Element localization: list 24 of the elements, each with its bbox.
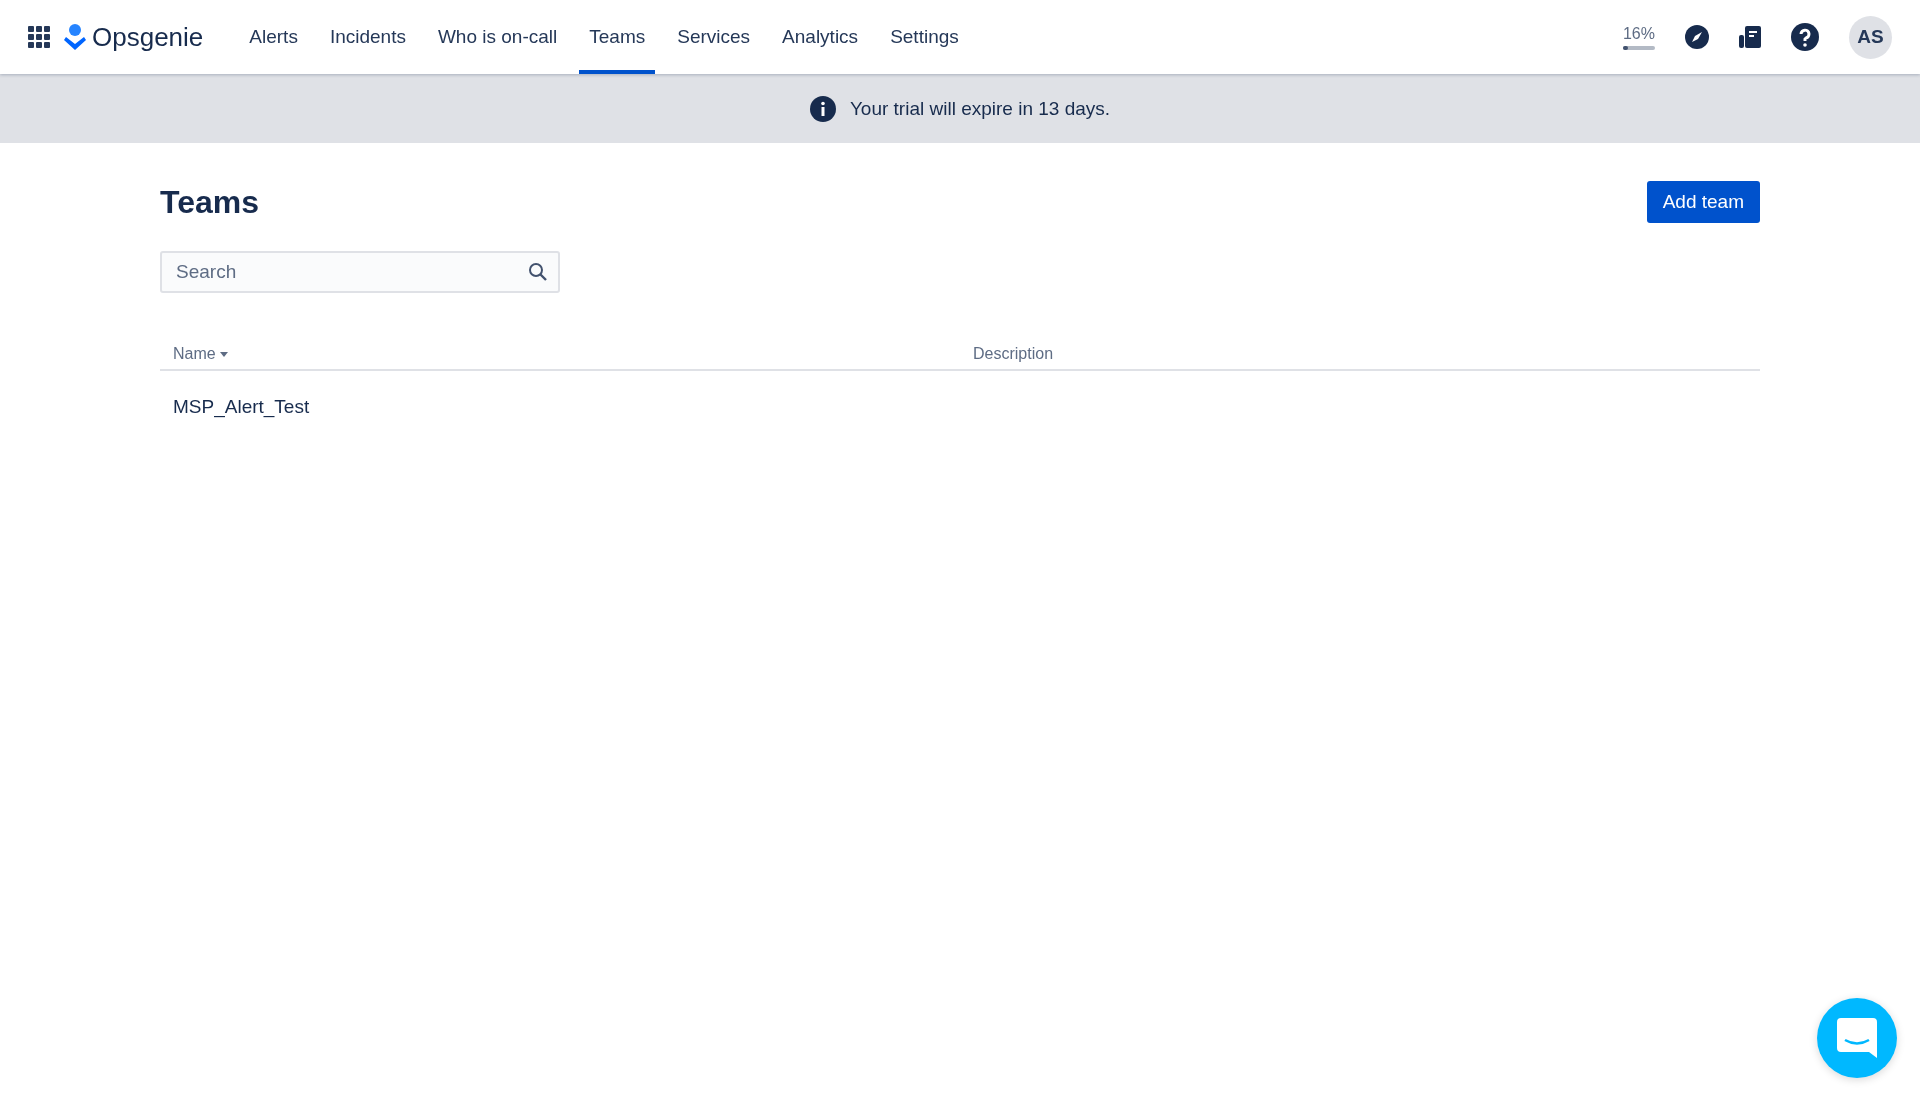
search-field[interactable]: Search [160,251,560,293]
compass-icon[interactable] [1685,25,1709,49]
nav-tab[interactable]: Settings [880,0,969,74]
nav-tab[interactable]: Services [667,0,761,74]
column-header[interactable]: Name [173,345,973,363]
nav-tab[interactable]: Alerts [239,0,308,74]
progress-reading: 16% [1622,24,1655,43]
logo-text: Opsgenie [92,21,204,53]
search-icon [528,262,548,282]
add-team-button[interactable]: Add team [1646,181,1760,223]
column-header[interactable]: Description [973,345,1747,363]
team-name[interactable]: MSP_Alert_Test [173,396,973,418]
trial-message: Your trial will expire in 13 days. [849,97,1111,120]
app-grid-icon[interactable] [28,26,50,48]
nav-tab[interactable]: Who is on-call [427,0,568,74]
help-icon[interactable] [1791,23,1819,51]
nav-tab[interactable]: Analytics [772,0,869,74]
nav-tab[interactable]: Incidents [319,0,416,74]
info-icon [809,95,836,122]
chat-icon [1837,1018,1877,1058]
user-avatar[interactable]: AS [1849,15,1892,59]
document-icon[interactable] [1739,26,1761,48]
logo-icon [64,24,86,50]
page-title: Teams [160,183,259,221]
